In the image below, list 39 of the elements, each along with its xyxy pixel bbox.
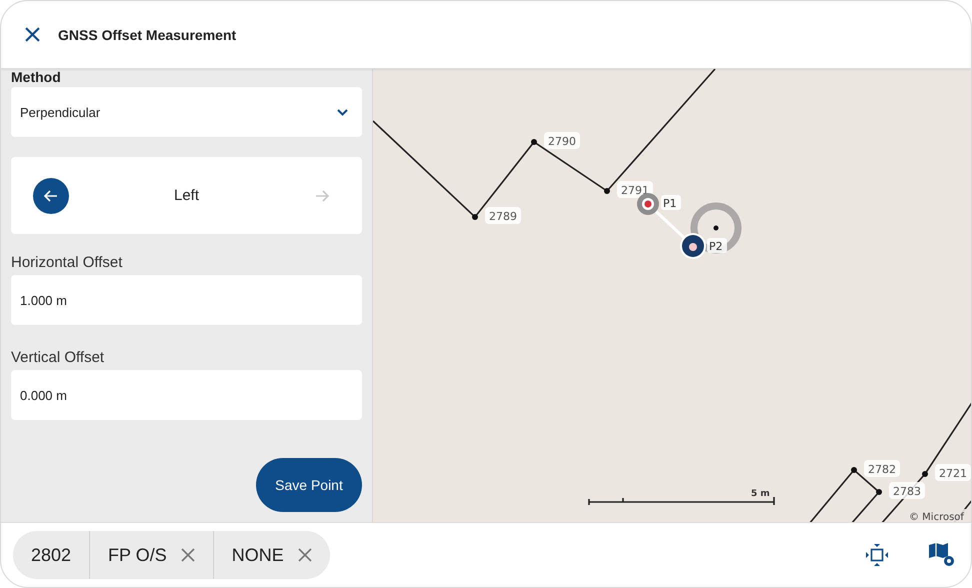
survey-point bbox=[604, 188, 610, 194]
marker-label: P1 bbox=[661, 195, 681, 210]
close-icon bbox=[298, 548, 312, 562]
marker-label: P2 bbox=[707, 238, 727, 253]
window-title: GNSS Offset Measurement bbox=[58, 26, 236, 42]
map-view[interactable]: 2789 2790 2791 2782 2783 2721 P1 P2 5 m © Microsof bbox=[373, 69, 971, 522]
filter-chip[interactable]: FP O/S bbox=[89, 531, 213, 579]
map-settings-icon[interactable] bbox=[927, 541, 957, 569]
survey-point bbox=[472, 214, 478, 220]
method-dropdown[interactable]: Perpendicular bbox=[11, 87, 362, 137]
point-label: 2721 bbox=[935, 464, 971, 481]
survey-point bbox=[876, 489, 882, 495]
zoom-extents-icon[interactable] bbox=[865, 541, 889, 569]
filter-chip[interactable]: NONE bbox=[212, 531, 330, 579]
close-icon bbox=[180, 548, 195, 562]
chevron-down-icon bbox=[337, 108, 348, 116]
arrow-right-icon bbox=[314, 188, 330, 204]
survey-point bbox=[922, 471, 928, 477]
survey-point bbox=[851, 467, 857, 473]
point-label: 2789 bbox=[485, 207, 521, 224]
left-arrow-button[interactable] bbox=[33, 178, 69, 214]
survey-point bbox=[531, 139, 537, 145]
point-label: 2782 bbox=[864, 460, 900, 477]
field-label: Vertical Offset bbox=[11, 349, 106, 366]
filter-chip[interactable]: 2802 bbox=[13, 531, 90, 579]
map-attribution: © Microsof bbox=[909, 512, 964, 522]
field-label: Horizontal Offset bbox=[11, 254, 124, 271]
offset-input[interactable]: 1.000 m bbox=[11, 275, 362, 325]
direction-label: Left bbox=[174, 187, 200, 204]
offset-input[interactable]: 0.000 m bbox=[11, 370, 362, 420]
method-label: Method bbox=[11, 69, 62, 85]
point-label: 2790 bbox=[544, 132, 580, 149]
point-label: 2791 bbox=[617, 181, 653, 198]
source-point-marker bbox=[637, 193, 659, 215]
close-icon bbox=[25, 27, 40, 42]
save-point-button[interactable]: Save Point bbox=[256, 458, 362, 512]
point-label: 2783 bbox=[889, 482, 925, 499]
arrow-left-icon bbox=[43, 188, 59, 204]
scale-label: 5 m bbox=[751, 489, 770, 499]
